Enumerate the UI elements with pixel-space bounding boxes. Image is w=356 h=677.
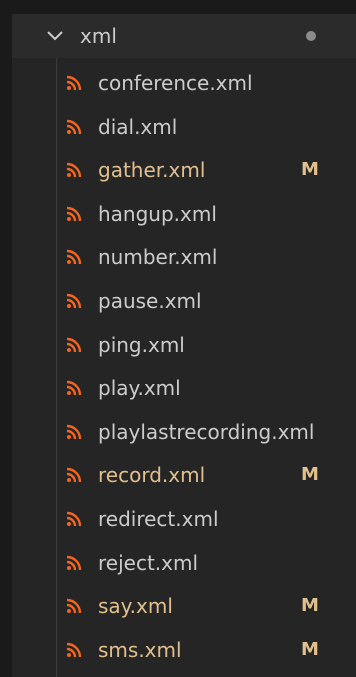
rss-icon — [66, 511, 82, 527]
rss-icon — [66, 206, 82, 221]
rss-icon — [66, 293, 82, 309]
file-row-redirect[interactable]: redirect.xml — [12, 498, 356, 542]
file-name: hangup.xml — [98, 201, 217, 226]
rss-icon — [66, 380, 82, 396]
rss-icon — [66, 555, 82, 570]
file-row-dial[interactable]: dial.xml — [12, 106, 356, 150]
file-name: record.xml — [98, 463, 206, 488]
chevron-down-icon[interactable] — [46, 28, 64, 44]
file-name: gather.xml — [98, 158, 206, 183]
folder-row-xml[interactable]: xml — [12, 14, 356, 58]
file-name: reject.xml — [98, 550, 199, 575]
rss-icon — [66, 468, 82, 483]
rss-icon — [66, 250, 82, 265]
rss-icon — [66, 162, 82, 178]
git-status-badge: M — [301, 595, 319, 617]
file-row-number[interactable]: number.xml — [12, 236, 356, 280]
folder-modified-indicator — [306, 31, 316, 41]
rss-icon — [66, 642, 82, 657]
file-name: conference.xml — [98, 71, 253, 95]
file-row-conference[interactable]: conference.xml — [12, 62, 356, 106]
file-name: sms.xml — [98, 637, 182, 662]
git-status-badge: M — [301, 159, 319, 181]
file-explorer-window: xml conference.xml dial.xml gather.xml M — [0, 0, 356, 677]
git-status-badge: M — [301, 464, 319, 486]
file-row-ping[interactable]: ping.xml — [12, 324, 356, 368]
file-name: say.xml — [98, 594, 173, 619]
file-name: number.xml — [98, 245, 218, 270]
panel-top-border — [0, 0, 356, 14]
git-status-badge: M — [301, 638, 319, 660]
rss-icon — [66, 337, 82, 352]
file-row-playlastrecording[interactable]: playlastrecording.xml — [12, 411, 356, 455]
explorer-tree: xml conference.xml dial.xml gather.xml M — [12, 14, 356, 677]
file-name: play.xml — [98, 376, 181, 401]
file-row-pause[interactable]: pause.xml — [12, 280, 356, 324]
file-row-reject[interactable]: reject.xml — [12, 542, 356, 586]
rss-icon — [66, 119, 82, 134]
file-list: conference.xml dial.xml gather.xml M han… — [12, 62, 356, 672]
rss-icon — [66, 75, 82, 91]
panel-left-border — [0, 14, 12, 677]
rss-icon — [66, 424, 82, 439]
file-name: redirect.xml — [98, 506, 219, 531]
file-name: ping.xml — [98, 332, 185, 357]
file-name: playlastrecording.xml — [98, 419, 315, 444]
file-row-sms[interactable]: sms.xml M — [12, 629, 356, 673]
file-row-record[interactable]: record.xml M — [12, 454, 356, 498]
file-row-gather[interactable]: gather.xml M — [12, 149, 356, 193]
file-name: dial.xml — [98, 114, 178, 139]
file-row-hangup[interactable]: hangup.xml — [12, 193, 356, 237]
file-row-say[interactable]: say.xml M — [12, 585, 356, 629]
rss-icon — [66, 598, 82, 614]
file-row-play[interactable]: play.xml — [12, 367, 356, 411]
file-name: pause.xml — [98, 288, 202, 313]
folder-label: xml — [80, 24, 117, 48]
